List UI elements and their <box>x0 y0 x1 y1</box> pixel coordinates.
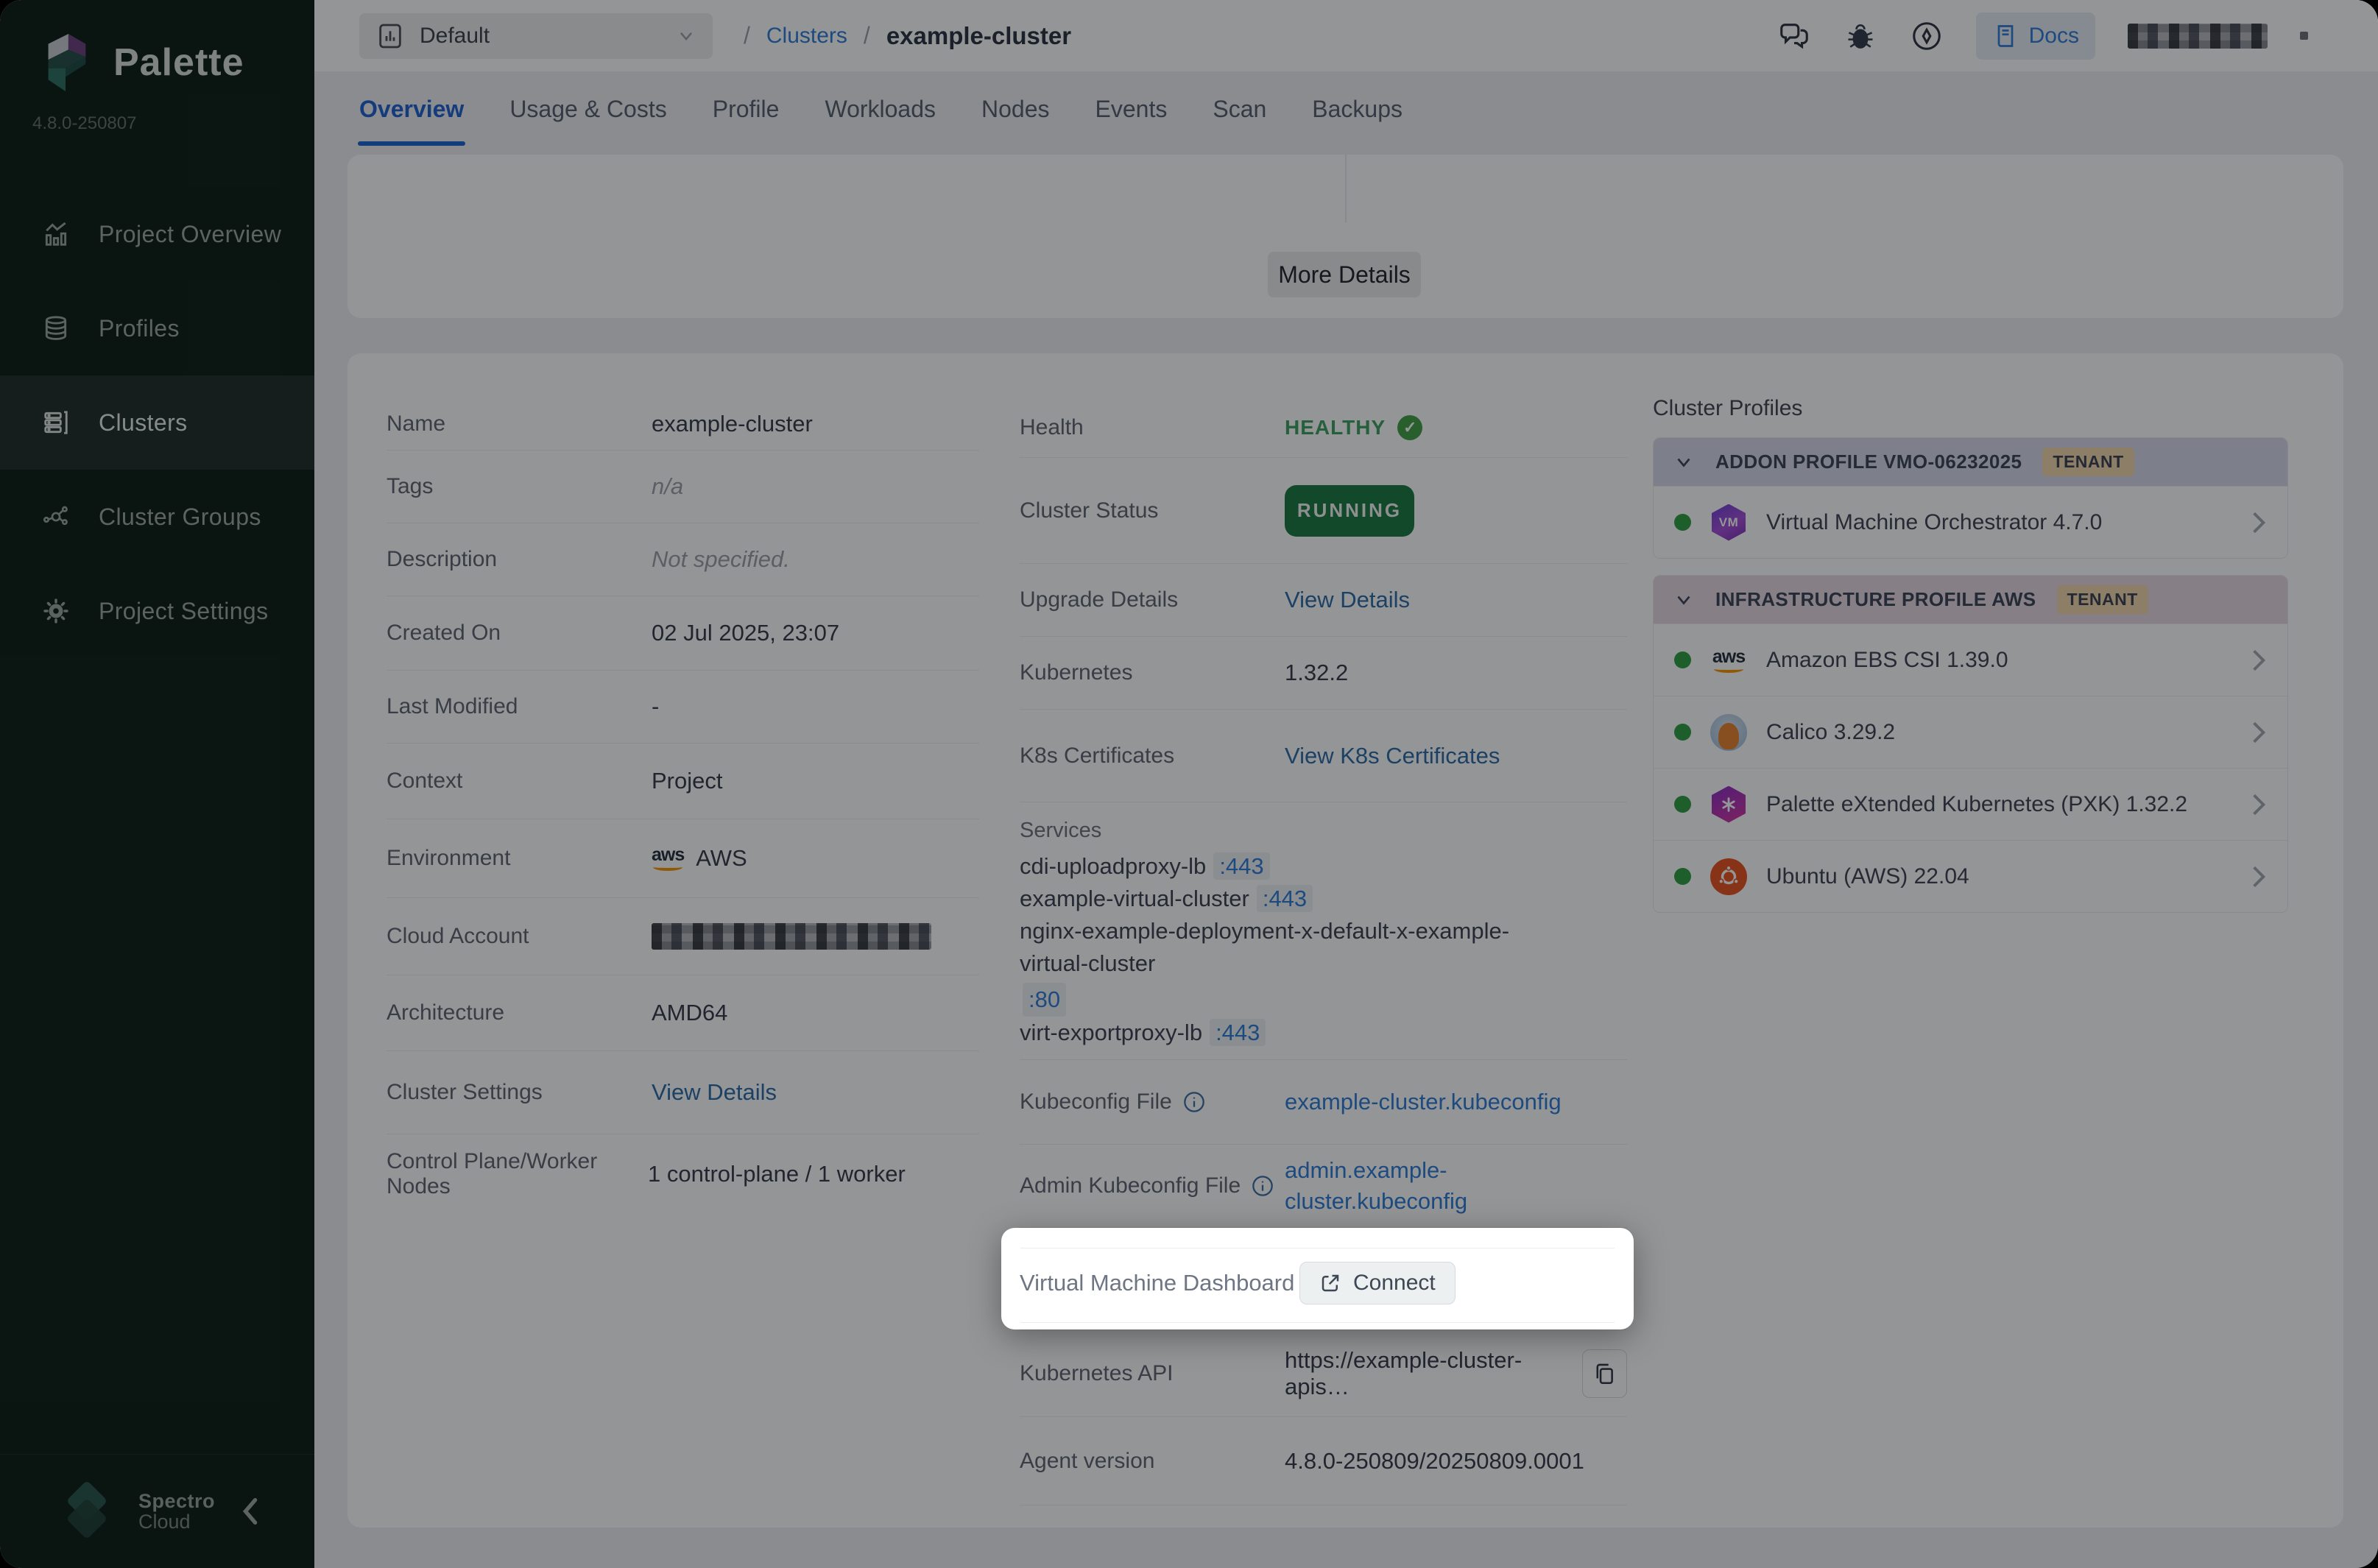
spotlight-divider <box>1020 1322 1615 1323</box>
spotlight-divider <box>1020 1248 1615 1249</box>
walkthrough-dim-overlay <box>0 0 2378 1568</box>
connect-button[interactable]: Connect <box>1299 1262 1456 1304</box>
app-window: Palette 4.8.0-250807 Project Overview <box>0 0 2378 1568</box>
vm-dashboard-label: Virtual Machine Dashboard <box>1020 1270 1299 1296</box>
external-link-icon <box>1319 1272 1341 1294</box>
vm-dashboard-spotlight: Virtual Machine Dashboard Connect <box>1001 1228 1634 1329</box>
